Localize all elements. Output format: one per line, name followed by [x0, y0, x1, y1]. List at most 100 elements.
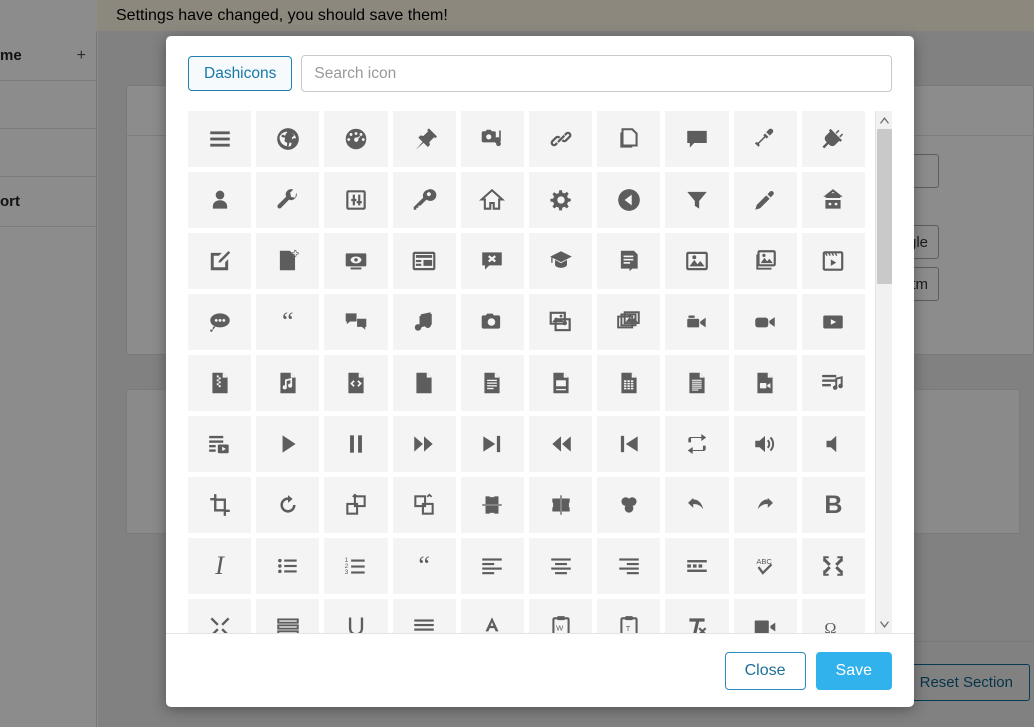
- media-archive-icon[interactable]: [188, 355, 252, 411]
- admin-media-icon[interactable]: [460, 111, 524, 167]
- image-rotate-right-icon[interactable]: [392, 477, 456, 533]
- playlist-video-icon[interactable]: [188, 416, 252, 472]
- editor-paste-text-icon[interactable]: T: [597, 599, 661, 633]
- admin-plugins-icon[interactable]: [801, 111, 865, 167]
- editor-alignleft-icon[interactable]: [460, 538, 524, 594]
- search-input[interactable]: [301, 55, 892, 92]
- admin-users-icon[interactable]: [188, 172, 252, 228]
- editor-quote-icon[interactable]: “: [392, 538, 456, 594]
- image-flip-horizontal-icon[interactable]: [529, 477, 593, 533]
- image-flip-vertical-icon[interactable]: [460, 477, 524, 533]
- editor-ol-icon[interactable]: 123: [324, 538, 388, 594]
- admin-collapse-icon[interactable]: [597, 172, 661, 228]
- controls-pause-icon[interactable]: [324, 416, 388, 472]
- controls-play-icon[interactable]: [256, 416, 320, 472]
- editor-insertmore-icon[interactable]: [665, 538, 729, 594]
- format-image-icon[interactable]: [665, 233, 729, 289]
- format-aside-icon[interactable]: [324, 294, 388, 350]
- controls-back-icon[interactable]: [529, 416, 593, 472]
- close-button[interactable]: Close: [724, 651, 806, 690]
- welcome-widgets-menus-icon[interactable]: [392, 233, 456, 289]
- media-document-icon[interactable]: [460, 355, 524, 411]
- editor-italic-icon[interactable]: I: [188, 538, 252, 594]
- admin-site-icon[interactable]: [256, 111, 320, 167]
- menu-icon[interactable]: [188, 111, 252, 167]
- dashboard-icon[interactable]: [324, 111, 388, 167]
- editor-spellcheck-icon[interactable]: ABC: [733, 538, 797, 594]
- editor-alignright-icon[interactable]: [597, 538, 661, 594]
- admin-customizer-icon[interactable]: [733, 172, 797, 228]
- editor-contract-icon[interactable]: [188, 599, 252, 633]
- images-alt2-icon[interactable]: [597, 294, 661, 350]
- save-button[interactable]: Save: [815, 651, 892, 690]
- media-text-icon[interactable]: [665, 355, 729, 411]
- image-rotate-icon[interactable]: [256, 477, 320, 533]
- format-gallery-icon[interactable]: [733, 233, 797, 289]
- editor-removeformatting-icon[interactable]: [665, 599, 729, 633]
- editor-customchar-icon[interactable]: Ω: [801, 599, 865, 633]
- controls-skipback-icon[interactable]: [597, 416, 661, 472]
- admin-multisite-icon[interactable]: [801, 172, 865, 228]
- admin-home-icon[interactable]: [460, 172, 524, 228]
- scroll-down-icon[interactable]: [876, 616, 892, 633]
- media-interactive-icon[interactable]: [529, 355, 593, 411]
- editor-textcolor-icon[interactable]: [460, 599, 524, 633]
- undo-icon[interactable]: [665, 477, 729, 533]
- controls-skipforward-icon[interactable]: [460, 416, 524, 472]
- editor-underline-icon[interactable]: U: [324, 599, 388, 633]
- video-alt2-icon[interactable]: [733, 294, 797, 350]
- scrollbar-thumb[interactable]: [877, 129, 892, 284]
- redo-icon[interactable]: [733, 477, 797, 533]
- image-crop-icon[interactable]: [188, 477, 252, 533]
- controls-volumeon-icon[interactable]: [733, 416, 797, 472]
- editor-kitchensink-icon[interactable]: [256, 599, 320, 633]
- filter-icon[interactable]: [665, 172, 729, 228]
- admin-network-icon[interactable]: [392, 172, 456, 228]
- editor-expand-icon[interactable]: [801, 538, 865, 594]
- image-rotate-left-icon[interactable]: [324, 477, 388, 533]
- admin-page-icon[interactable]: [597, 111, 661, 167]
- format-quote-icon[interactable]: “: [256, 294, 320, 350]
- images-alt-icon[interactable]: [529, 294, 593, 350]
- welcome-write-blog-icon[interactable]: [188, 233, 252, 289]
- admin-links-icon[interactable]: [529, 111, 593, 167]
- editor-justify-icon[interactable]: [392, 599, 456, 633]
- image-filter-icon[interactable]: [597, 477, 661, 533]
- editor-aligncenter-icon[interactable]: [529, 538, 593, 594]
- admin-comments-icon[interactable]: [665, 111, 729, 167]
- admin-tools-icon[interactable]: [256, 172, 320, 228]
- video-alt3-icon[interactable]: [801, 294, 865, 350]
- format-chat-icon[interactable]: [188, 294, 252, 350]
- admin-appearance-icon[interactable]: [733, 111, 797, 167]
- editor-bold-icon[interactable]: B: [801, 477, 865, 533]
- admin-generic-icon[interactable]: [529, 172, 593, 228]
- welcome-learn-more-icon[interactable]: [529, 233, 593, 289]
- scroll-up-icon[interactable]: [876, 111, 892, 128]
- format-standard-icon[interactable]: [597, 233, 661, 289]
- format-video-icon[interactable]: [801, 233, 865, 289]
- video-alt-icon[interactable]: [665, 294, 729, 350]
- editor-paste-word-icon[interactable]: W: [529, 599, 593, 633]
- welcome-view-site-icon[interactable]: [324, 233, 388, 289]
- controls-repeat-icon[interactable]: [665, 416, 729, 472]
- tab-dashicons[interactable]: Dashicons: [188, 55, 293, 92]
- icon-grid-scrollbar[interactable]: [875, 111, 892, 633]
- controls-volumeoff-icon[interactable]: [801, 416, 865, 472]
- welcome-comments-icon[interactable]: [460, 233, 524, 289]
- editor-ul-icon[interactable]: [256, 538, 320, 594]
- icon-grid: “B I 1 2 3 “ABC U W T Ω: [188, 111, 865, 633]
- media-audio-icon[interactable]: [256, 355, 320, 411]
- playlist-audio-icon[interactable]: [801, 355, 865, 411]
- svg-text:W: W: [556, 623, 564, 632]
- media-code-icon[interactable]: [324, 355, 388, 411]
- format-audio-icon[interactable]: [392, 294, 456, 350]
- media-default-icon[interactable]: [392, 355, 456, 411]
- controls-forward-icon[interactable]: [392, 416, 456, 472]
- admin-post-icon[interactable]: [392, 111, 456, 167]
- welcome-add-page-icon[interactable]: [256, 233, 320, 289]
- media-video-icon[interactable]: [733, 355, 797, 411]
- editor-video-icon[interactable]: [733, 599, 797, 633]
- camera-icon[interactable]: [460, 294, 524, 350]
- media-spreadsheet-icon[interactable]: [597, 355, 661, 411]
- admin-settings-icon[interactable]: [324, 172, 388, 228]
